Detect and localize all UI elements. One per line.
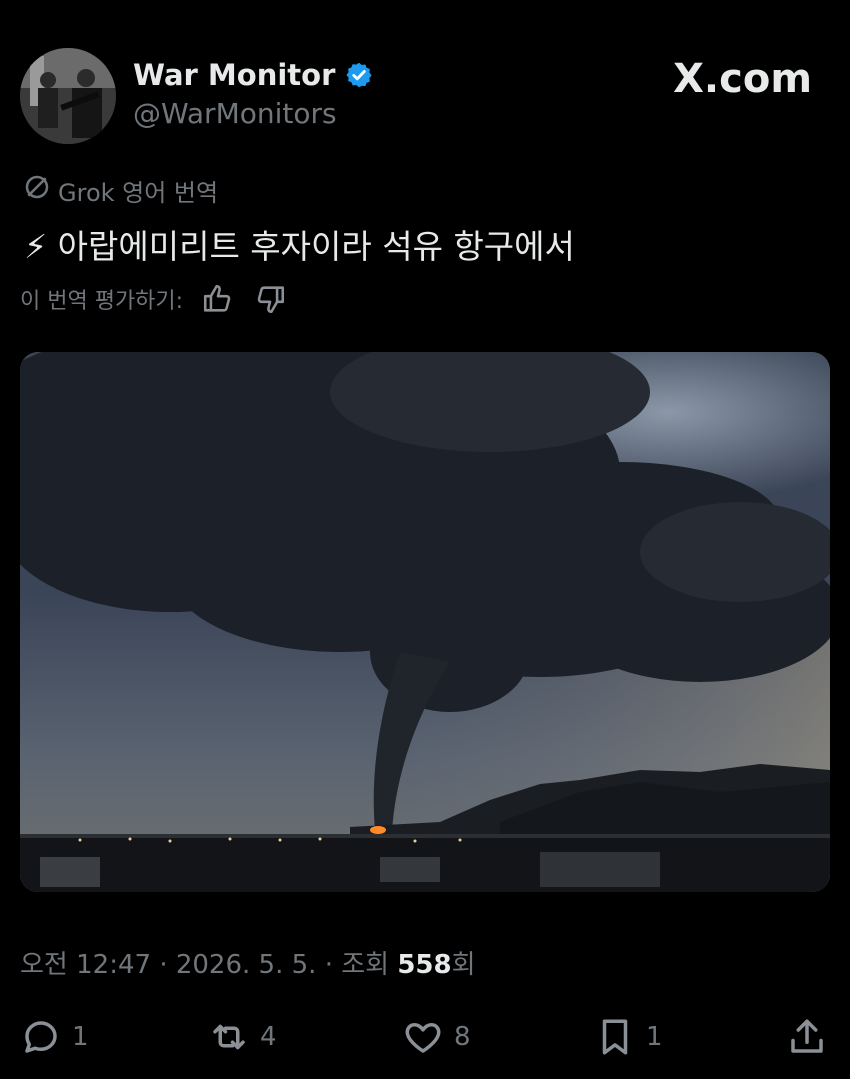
thumbs-up-icon[interactable] <box>201 282 235 316</box>
bookmark-icon <box>594 1016 646 1058</box>
meta-separator: · <box>324 950 333 980</box>
bookmark-count: 1 <box>646 1022 663 1052</box>
views-prefix: 조회 <box>341 950 390 980</box>
grok-icon <box>22 172 58 208</box>
tweet-text: ⚡ 아랍에미리트 후자이라 석유 항구에서 <box>24 227 575 266</box>
author-name-text: War Monitor <box>133 58 336 92</box>
reply-button[interactable]: 1 <box>20 1015 89 1059</box>
rate-label: 이 번역 평가하기: <box>20 289 184 314</box>
verified-badge-icon <box>345 61 373 89</box>
thumbs-down-icon[interactable] <box>253 282 287 316</box>
translation-label-text: Grok 영어 번역 <box>58 178 219 207</box>
share-button[interactable] <box>786 1015 838 1059</box>
author-handle[interactable]: @WarMonitors <box>133 97 337 130</box>
repost-icon <box>208 1016 260 1058</box>
repost-count: 4 <box>260 1022 277 1052</box>
like-button[interactable]: 8 <box>402 1015 471 1059</box>
like-count: 8 <box>454 1022 471 1052</box>
like-icon <box>402 1016 454 1058</box>
author-name[interactable]: War Monitor <box>133 58 373 92</box>
tweet-media-photo[interactable] <box>20 352 830 892</box>
views-suffix: 회 <box>451 950 476 980</box>
meta-separator: · <box>159 950 168 980</box>
brand-logo: X.com <box>673 56 812 102</box>
avatar-photo <box>20 48 116 144</box>
tweet-date[interactable]: 2026. 5. 5. <box>176 950 317 980</box>
tweet-page: War Monitor @WarMonitors X.com Grok 영어 번… <box>0 0 850 1079</box>
translation-label[interactable]: Grok 영어 번역 <box>22 172 218 208</box>
tweet-time[interactable]: 오전 12:47 <box>20 950 151 980</box>
repost-button[interactable]: 4 <box>208 1015 277 1059</box>
bookmark-button[interactable]: 1 <box>594 1015 663 1059</box>
translation-rating: 이 번역 평가하기: <box>20 282 287 316</box>
avatar[interactable] <box>20 48 116 144</box>
tweet-meta: 오전 12:47 · 2026. 5. 5. · 조회 558회 <box>20 944 476 981</box>
share-icon <box>786 1016 838 1058</box>
reply-icon <box>20 1016 72 1058</box>
views-count: 558 <box>397 950 452 980</box>
reply-count: 1 <box>72 1022 89 1052</box>
